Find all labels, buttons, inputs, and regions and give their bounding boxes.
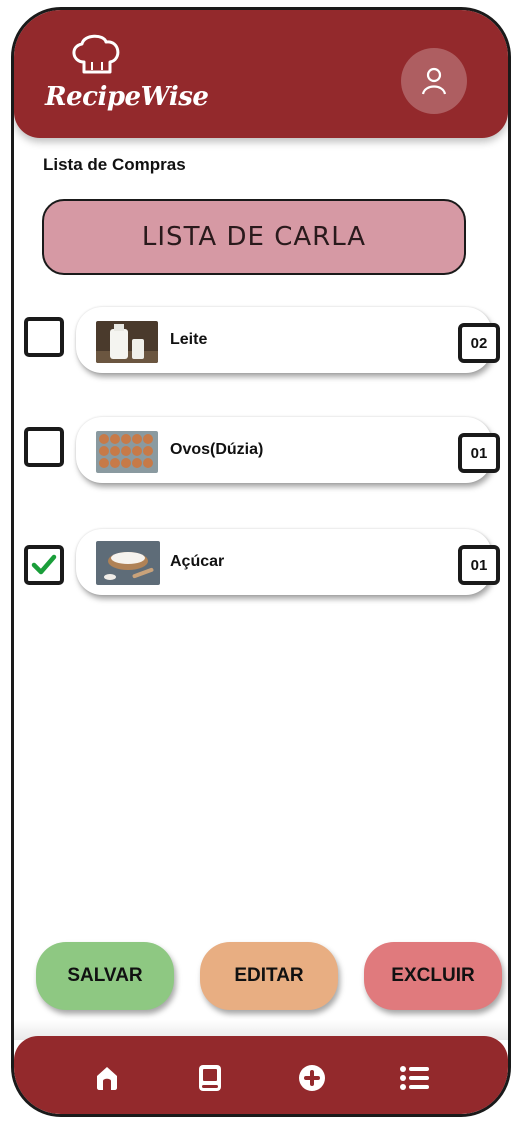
quantity-display[interactable]: 02 (458, 323, 500, 363)
nav-recipes[interactable] (186, 1054, 234, 1102)
milk-image (96, 321, 158, 363)
nav-list[interactable] (391, 1054, 439, 1102)
item-checkbox[interactable] (24, 427, 64, 467)
save-button[interactable]: SALVAR (36, 942, 174, 1010)
list-icon (399, 1066, 429, 1090)
app-logo-text: RecipeWise (45, 82, 209, 112)
sugar-image (96, 541, 160, 585)
list-item: Açúcar 01 (14, 525, 508, 605)
item-name: Ovos(Dúzia) (170, 441, 264, 458)
chef-hat-icon (72, 34, 120, 74)
page-title: Lista de Compras (43, 155, 186, 174)
profile-button[interactable] (401, 48, 467, 114)
phone-frame: RecipeWise Lista de Compras LISTA DE CAR… (11, 7, 511, 1117)
item-card: Açúcar 01 (76, 529, 500, 595)
item-card: Leite 02 (76, 307, 500, 373)
eggs-image (96, 431, 158, 473)
nav-home[interactable] (83, 1054, 131, 1102)
home-icon (97, 1067, 118, 1090)
list-item: Ovos(Dúzia) 01 (14, 413, 508, 493)
bottom-nav (14, 1036, 508, 1114)
item-name: Açúcar (170, 553, 225, 570)
item-card: Ovos(Dúzia) 01 (76, 417, 500, 483)
quantity-display[interactable]: 01 (458, 433, 500, 473)
user-icon (421, 67, 447, 95)
quantity-display[interactable]: 01 (458, 545, 500, 585)
list-item: Leite 02 (14, 303, 508, 383)
checkmark-icon (31, 554, 57, 575)
item-checkbox-checked[interactable] (24, 545, 64, 585)
nav-add[interactable] (288, 1054, 336, 1102)
app-header: RecipeWise (14, 10, 508, 138)
add-circle-icon (299, 1065, 326, 1091)
book-icon (198, 1065, 221, 1091)
item-name: Leite (170, 331, 208, 348)
delete-button[interactable]: EXCLUIR (364, 942, 502, 1010)
edit-button[interactable]: EDITAR (200, 942, 338, 1010)
list-name-field[interactable]: LISTA DE CARLA (42, 199, 466, 275)
item-checkbox[interactable] (24, 317, 64, 357)
